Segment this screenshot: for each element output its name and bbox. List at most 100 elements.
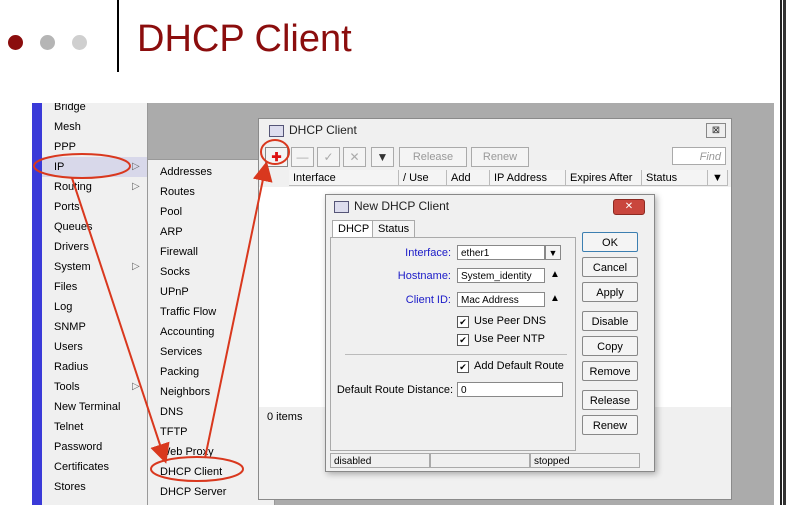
submenu-item-dhcp-server[interactable]: DHCP Server (148, 482, 274, 502)
renew-button[interactable]: Renew (471, 147, 529, 167)
submenu-item-traffic-flow[interactable]: Traffic Flow (148, 302, 274, 322)
add-icon[interactable]: ✚ (265, 147, 288, 167)
default-route-distance-label: Default Route Distance: (336, 384, 453, 396)
right-border (780, 0, 782, 505)
new-dhcp-client-dialog: New DHCP Client ✕ DHCP Status Interface:… (325, 194, 655, 472)
submenu-arrow-icon: ▷ (132, 261, 140, 272)
menu-item-tools[interactable]: Tools ▷ (42, 377, 147, 397)
submenu-item-pool[interactable]: Pool (148, 202, 274, 222)
items-count: 0 items (267, 411, 303, 423)
slide-title: DHCP Client (137, 18, 352, 60)
submenu-item-web-proxy[interactable]: Web Proxy (148, 442, 274, 462)
submenu-item-upnp[interactable]: UPnP (148, 282, 274, 302)
column-header-add-default[interactable]: Add D... (447, 170, 490, 200)
window-close-icon[interactable]: ⊠ (706, 123, 726, 138)
submenu-item-arp[interactable]: ARP (148, 222, 274, 242)
submenu-item-socks[interactable]: Socks (148, 262, 274, 282)
submenu-arrow-icon: ▷ (132, 161, 140, 172)
cancel-button[interactable]: Cancel (582, 257, 638, 277)
menu-item-routing[interactable]: Routing ▷ (42, 177, 147, 197)
submenu-item-packing[interactable]: Packing (148, 362, 274, 382)
window-icon (269, 125, 284, 137)
column-header-use-peer[interactable]: / Use P... (399, 170, 447, 200)
menu-item-log[interactable]: Log (42, 297, 147, 317)
release-dialog-button[interactable]: Release (582, 390, 638, 410)
column-menu-icon[interactable]: ▼ (708, 170, 728, 186)
release-button[interactable]: Release (399, 147, 467, 167)
dialog-titlebar[interactable]: New DHCP Client ✕ (326, 195, 654, 217)
interface-dropdown-icon[interactable]: ▼ (545, 245, 561, 260)
menu-item-stores[interactable]: Stores (42, 477, 147, 497)
menu-item-ppp[interactable]: PPP (42, 137, 147, 157)
hostname-field[interactable]: System_identity (457, 268, 545, 283)
status-middle-cell (430, 453, 530, 468)
submenu-item-accounting[interactable]: Accounting (148, 322, 274, 342)
menu-item-queues[interactable]: Queues (42, 217, 147, 237)
checkmark-icon: ✔ (457, 361, 469, 373)
disable-button[interactable]: Disable (582, 311, 638, 331)
bullet-dot-lightgrey (72, 35, 87, 50)
default-route-distance-field[interactable]: 0 (457, 382, 563, 397)
ok-button[interactable]: OK (582, 232, 638, 252)
menu-item-password[interactable]: Password (42, 437, 147, 457)
menu-item-files[interactable]: Files (42, 277, 147, 297)
submenu-item-routes[interactable]: Routes (148, 182, 274, 202)
menu-item-users[interactable]: Users (42, 337, 147, 357)
ip-submenu: Addresses Routes Pool ARP Firewall Socks… (147, 159, 275, 505)
apply-button[interactable]: Apply (582, 282, 638, 302)
remove-icon[interactable]: — (291, 147, 314, 167)
tab-status[interactable]: Status (372, 220, 416, 238)
menu-item-bridge[interactable]: Bridge (42, 103, 147, 117)
winbox-screenshot: Bridge Mesh PPP IP ▷ Routing ▷ Ports Queue… (32, 103, 774, 505)
column-header-ip-address[interactable]: IP Address (490, 170, 566, 186)
submenu-item-dhcp-client[interactable]: DHCP Client (148, 462, 274, 482)
client-id-field[interactable]: Mac Address (457, 292, 545, 307)
disable-icon[interactable]: ✕ (343, 147, 366, 167)
client-id-collapse-icon[interactable]: ▲ (550, 293, 560, 304)
hostname-label: Hostname: (397, 270, 451, 282)
column-header-status[interactable]: Status (642, 170, 708, 186)
menu-item-snmp[interactable]: SNMP (42, 317, 147, 337)
menu-item-mesh[interactable]: Mesh (42, 117, 147, 137)
menu-item-ip[interactable]: IP ▷ (42, 157, 147, 177)
menu-item-telnet[interactable]: Telnet (42, 417, 147, 437)
use-peer-dns-checkbox[interactable]: ✔ Use Peer DNS (457, 315, 546, 328)
status-state-cell: stopped (530, 453, 640, 468)
submenu-item-dns[interactable]: DNS (148, 402, 274, 422)
status-enabled-cell: disabled (330, 453, 430, 468)
menu-item-certificates[interactable]: Certificates (42, 457, 147, 477)
bullet-dot-red (8, 35, 23, 50)
interface-field[interactable]: ether1 (457, 245, 545, 260)
submenu-item-tftp[interactable]: TFTP (148, 422, 274, 442)
menu-item-system[interactable]: System ▷ (42, 257, 147, 277)
window-titlebar[interactable]: DHCP Client ⊠ (259, 119, 731, 141)
menu-item-new-terminal[interactable]: New Terminal (42, 397, 147, 417)
submenu-item-services[interactable]: Services (148, 342, 274, 362)
copy-button[interactable]: Copy (582, 336, 638, 356)
enable-icon[interactable]: ✓ (317, 147, 340, 167)
hostname-collapse-icon[interactable]: ▲ (550, 269, 560, 280)
main-menu: Bridge Mesh PPP IP ▷ Routing ▷ Ports Queue… (42, 103, 148, 505)
dialog-icon (334, 201, 349, 213)
slide: DHCP Client Bridge Mesh PPP IP ▷ Routing ▷… (0, 0, 786, 505)
tab-dhcp[interactable]: DHCP (332, 220, 376, 238)
dhcp-tab-panel: Interface: ether1 ▼ Hostname: System_ide… (330, 237, 576, 451)
submenu-item-neighbors[interactable]: Neighbors (148, 382, 274, 402)
remove-button[interactable]: Remove (582, 361, 638, 381)
submenu-item-firewall[interactable]: Firewall (148, 242, 274, 262)
filter-icon[interactable]: ▼ (371, 147, 394, 167)
renew-dialog-button[interactable]: Renew (582, 415, 638, 435)
menu-item-drivers[interactable]: Drivers (42, 237, 147, 257)
dialog-close-icon[interactable]: ✕ (613, 199, 645, 215)
add-default-route-checkbox[interactable]: ✔ Add Default Route (457, 360, 564, 373)
title-separator (117, 0, 119, 72)
column-header-interface[interactable]: Interface (289, 170, 399, 186)
use-peer-ntp-checkbox[interactable]: ✔ Use Peer NTP (457, 333, 545, 346)
column-header-expires-after[interactable]: Expires After (566, 170, 642, 186)
find-input[interactable]: Find (672, 147, 726, 165)
checkmark-icon: ✔ (457, 316, 469, 328)
submenu-item-addresses[interactable]: Addresses (148, 162, 274, 182)
menu-item-radius[interactable]: Radius (42, 357, 147, 377)
menu-item-ports[interactable]: Ports (42, 197, 147, 217)
bullet-dot-grey (40, 35, 55, 50)
